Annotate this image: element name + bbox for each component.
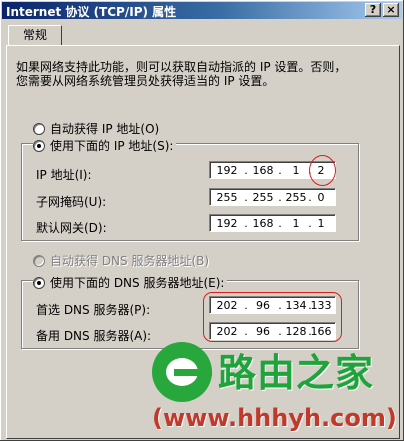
intro-text: 如果网络支持此功能，则可以获取自动指派的 IP 设置。否则， 您需要从网络系统管… <box>16 60 386 88</box>
gateway-input[interactable]: 192 . 168 . 1 . 1 <box>209 214 336 232</box>
preferred-dns-label: 首选 DNS 服务器(P): <box>36 303 151 317</box>
window-title: Internet 协议 (TCP/IP) 属性 <box>6 5 177 19</box>
dot-separator: . <box>244 164 248 177</box>
watermark-brand: 路由之家 <box>218 351 375 395</box>
intro-line-1: 如果网络支持此功能，则可以获取自动指派的 IP 设置。否则， <box>16 60 347 74</box>
help-button[interactable]: ? <box>365 3 381 17</box>
radio-auto-dns[interactable] <box>33 254 45 267</box>
title-bar[interactable]: Internet 协议 (TCP/IP) 属性 ? × <box>2 2 402 19</box>
gateway-octet-3: 1 <box>292 217 300 230</box>
gateway-octet-1: 192 <box>216 217 238 230</box>
radio-row-auto-dns[interactable]: 自动获得 DNS 服务器地址(B) <box>33 252 209 269</box>
tcpip-properties-dialog: Internet 协议 (TCP/IP) 属性 ? × 常规 如果网络支持此功能… <box>0 0 404 441</box>
watermark-url: (www.hhhyh.com) <box>152 404 397 432</box>
subnet-mask-octet-2: 255 <box>252 191 274 204</box>
radio-manual-dns[interactable] <box>33 276 45 289</box>
dot-separator: . <box>278 217 282 230</box>
subnet-mask-octet-4: 0 <box>317 191 325 204</box>
annotation-circle <box>309 155 336 186</box>
radio-row-manual-dns[interactable]: 使用下面的 DNS 服务器地址(E): <box>33 274 228 291</box>
ip-address-octet-2: 168 <box>252 164 274 177</box>
radio-auto-ip-label: 自动获得 IP 地址(O) <box>50 122 160 136</box>
ip-address-label: IP 地址(I): <box>36 168 92 182</box>
gateway-label: 默认网关(D): <box>36 221 107 235</box>
radio-auto-ip[interactable] <box>33 122 45 135</box>
radio-manual-ip-label: 使用下面的 IP 地址(S): <box>50 139 174 153</box>
ip-address-octet-3: 1 <box>292 164 300 177</box>
close-button[interactable]: × <box>383 3 399 17</box>
tab-general[interactable]: 常规 <box>8 25 62 45</box>
dot-separator: . <box>278 191 282 204</box>
subnet-mask-input[interactable]: 255 . 255 . 255 . 0 <box>209 188 336 206</box>
dot-separator: . <box>244 191 248 204</box>
subnet-mask-octet-1: 255 <box>216 191 238 204</box>
dot-separator: . <box>278 164 282 177</box>
ip-address-octet-1: 192 <box>216 164 238 177</box>
subnet-mask-octet-3: 255 <box>285 191 307 204</box>
gateway-octet-4: 1 <box>317 217 325 230</box>
dot-separator: . <box>244 217 248 230</box>
annotation-rectangle <box>203 292 342 342</box>
radio-manual-ip[interactable] <box>33 139 45 152</box>
watermark-logo-icon <box>152 342 212 402</box>
radio-row-auto-ip[interactable]: 自动获得 IP 地址(O) <box>33 120 159 137</box>
intro-line-2: 您需要从网络系统管理员处获得适当的 IP 设置。 <box>16 74 275 88</box>
radio-manual-dns-label: 使用下面的 DNS 服务器地址(E): <box>50 276 225 290</box>
alternate-dns-label: 备用 DNS 服务器(A): <box>36 329 152 343</box>
radio-row-manual-ip[interactable]: 使用下面的 IP 地址(S): <box>33 137 177 154</box>
gateway-octet-2: 168 <box>252 217 274 230</box>
subnet-mask-label: 子网掩码(U): <box>36 195 107 209</box>
radio-auto-dns-label: 自动获得 DNS 服务器地址(B) <box>50 254 210 268</box>
watermark-logo-bar <box>174 369 212 376</box>
